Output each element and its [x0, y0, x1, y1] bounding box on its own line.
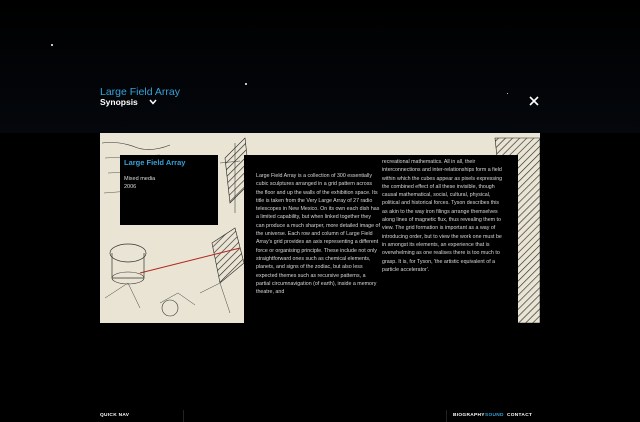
footer-divider	[446, 410, 447, 422]
caption-box: Large Field Array Mixed media 2006	[120, 155, 218, 225]
nav-contact[interactable]: CONTACT	[507, 413, 532, 418]
caption-title: Large Field Array	[124, 158, 186, 167]
caption-year: 2006	[124, 184, 137, 190]
synopsis-column-2: recreational mathematics. All in all, th…	[382, 159, 503, 273]
section-dropdown[interactable]: Synopsis	[100, 97, 158, 107]
synopsis-column-1: Large Field Array is a collection of 300…	[256, 173, 380, 296]
caption-medium: Mixed media	[124, 176, 156, 182]
synopsis-panel: Large Field Array is a collection of 300…	[244, 155, 518, 323]
star-dot	[245, 83, 247, 85]
nav-sound[interactable]: SOUND	[485, 413, 504, 418]
nav-biography[interactable]: BIOGRAPHY	[453, 413, 485, 418]
header-background	[0, 0, 640, 133]
star-dot	[51, 44, 53, 46]
footer-divider	[183, 410, 184, 422]
section-label: Synopsis	[100, 97, 138, 107]
chevron-down-icon	[149, 99, 157, 105]
footer-bar	[0, 410, 640, 422]
close-icon[interactable]	[528, 95, 540, 107]
star-dot	[507, 93, 508, 94]
quick-nav-button[interactable]: QUICK NAV	[100, 413, 129, 418]
